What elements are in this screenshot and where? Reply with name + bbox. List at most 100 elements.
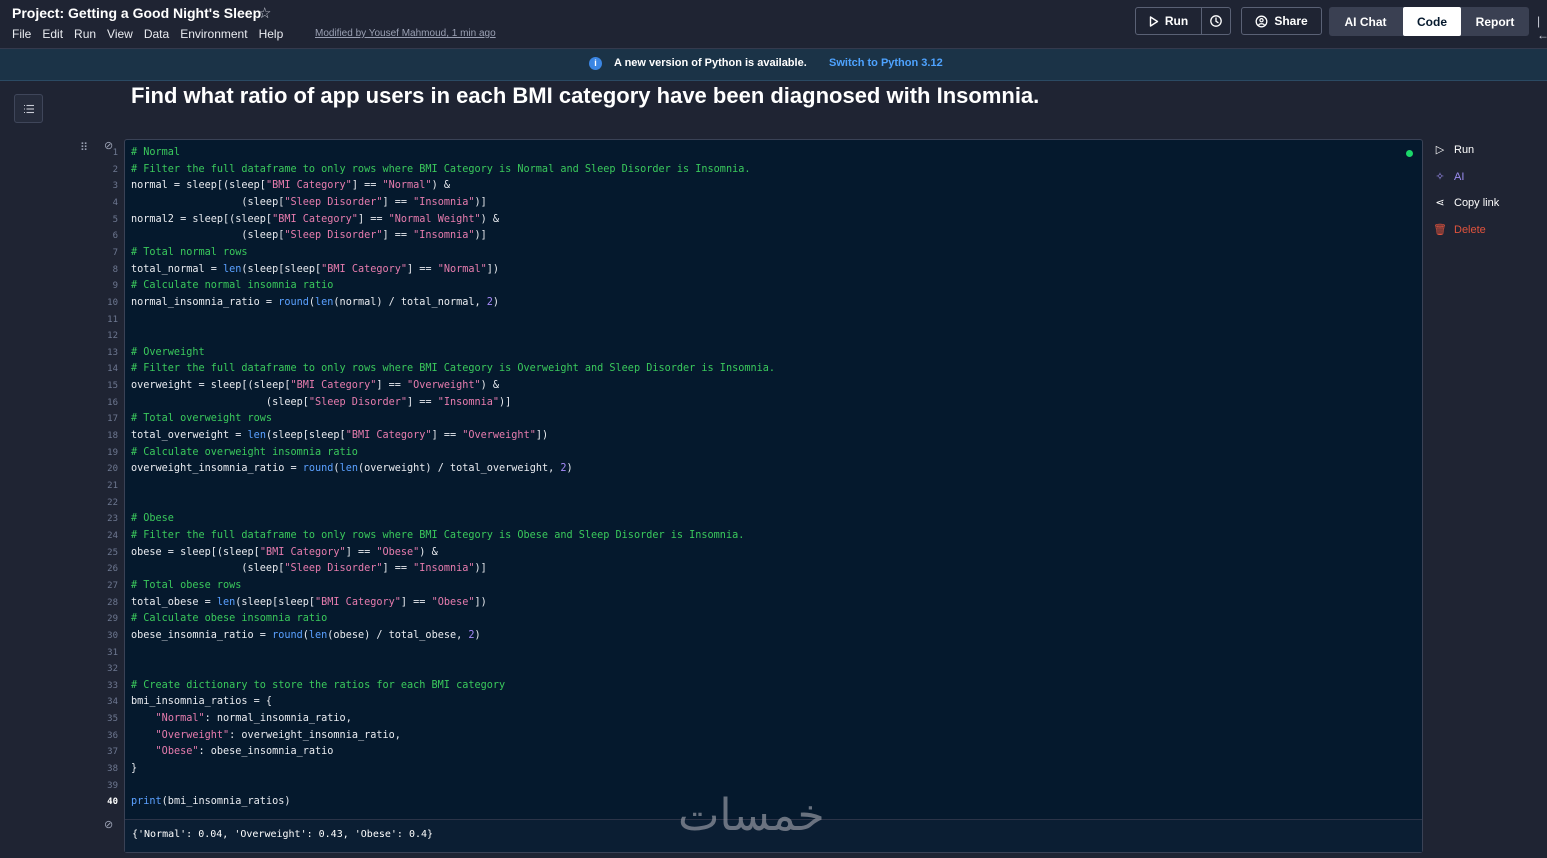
code-line[interactable]: obese = sleep[(sleep["BMI Category"] == … [131, 547, 438, 558]
line-number: 33 [107, 680, 118, 691]
line-number: 38 [107, 764, 118, 775]
menu-item-environment[interactable]: Environment [180, 27, 247, 41]
code-line[interactable]: # Normal [131, 147, 180, 158]
line-number: 26 [107, 564, 118, 575]
code-line[interactable]: # Total overweight rows [131, 413, 272, 424]
line-number: 39 [107, 780, 118, 791]
code-line[interactable]: } [131, 763, 137, 774]
code-line[interactable]: total_overweight = len(sleep[sleep["BMI … [131, 430, 548, 441]
output-text: {'Normal': 0.04, 'Overweight': 0.43, 'Ob… [132, 829, 434, 840]
line-number: 10 [107, 297, 118, 308]
sparkle-icon: ✧ [1435, 171, 1445, 183]
code-line[interactable]: # Total normal rows [131, 247, 248, 258]
menu-item-run[interactable]: Run [74, 27, 96, 41]
cell-ai-action[interactable]: ✧ AI [1433, 170, 1465, 184]
play-icon [1149, 15, 1159, 27]
code-line[interactable]: # Calculate normal insomnia ratio [131, 280, 333, 291]
line-number: 13 [107, 347, 118, 358]
menu-item-file[interactable]: File [12, 27, 31, 41]
python-update-banner: i A new version of Python is available. … [0, 49, 1547, 81]
code-line[interactable]: normal_insomnia_ratio = round(len(normal… [131, 297, 499, 308]
code-line[interactable]: # Calculate obese insomnia ratio [131, 613, 327, 624]
code-line[interactable]: total_normal = len(sleep[sleep["BMI Cate… [131, 264, 499, 275]
line-number: 22 [107, 497, 118, 508]
code-line[interactable]: # Filter the full dataframe to only rows… [131, 363, 775, 374]
star-icon[interactable]: ☆ [258, 4, 271, 22]
code-line[interactable]: overweight_insomnia_ratio = round(len(ov… [131, 463, 573, 474]
info-icon: i [589, 57, 602, 70]
list-icon [23, 104, 34, 113]
cell-delete-label: Delete [1454, 223, 1486, 236]
code-line[interactable]: # Create dictionary to store the ratios … [131, 680, 505, 691]
code-line[interactable]: (sleep["Sleep Disorder"] == "Insomnia")] [131, 197, 486, 208]
code-line[interactable]: # Overweight [131, 347, 205, 358]
line-number: 11 [107, 314, 118, 325]
code-line[interactable]: # Obese [131, 513, 174, 524]
menu-item-data[interactable]: Data [144, 27, 169, 41]
cell-ai-label: AI [1454, 170, 1465, 183]
code-line[interactable]: normal = sleep[(sleep["BMI Category"] ==… [131, 180, 450, 191]
run-button-label: Run [1164, 14, 1189, 28]
code-line[interactable]: "Obese": obese_insomnia_ratio [131, 746, 334, 757]
cell-run-action[interactable]: ▷ Run [1433, 143, 1474, 157]
line-number: 27 [107, 580, 118, 591]
code-line[interactable]: "Normal": normal_insomnia_ratio, [131, 713, 352, 724]
line-number: 18 [107, 431, 118, 442]
menu-item-help[interactable]: Help [259, 27, 284, 41]
banner-message: A new version of Python is available. [614, 57, 807, 69]
code-line[interactable]: "Overweight": overweight_insomnia_ratio, [131, 730, 401, 741]
watermark-logo: خمسات [678, 790, 825, 841]
line-number: 30 [107, 630, 118, 641]
share-button[interactable]: Share [1241, 7, 1322, 35]
code-line[interactable]: (sleep["Sleep Disorder"] == "Insomnia")] [131, 397, 511, 408]
line-number: 7 [112, 247, 118, 258]
code-line[interactable]: # Filter the full dataframe to only rows… [131, 530, 744, 541]
code-line[interactable]: total_obese = len(sleep[sleep["BMI Categ… [131, 597, 487, 608]
run-button[interactable]: Run [1135, 7, 1202, 35]
tab-report[interactable]: Report [1461, 7, 1529, 36]
history-button[interactable] [1201, 7, 1231, 35]
share-button-label: Share [1274, 14, 1308, 28]
menu-item-edit[interactable]: Edit [42, 27, 63, 41]
tab-code[interactable]: Code [1403, 7, 1461, 36]
code-line[interactable]: (sleep["Sleep Disorder"] == "Insomnia")] [131, 563, 486, 574]
line-number: 20 [107, 464, 118, 475]
code-line[interactable]: # Total obese rows [131, 580, 241, 591]
line-number: 40 [107, 797, 118, 808]
table-of-contents-button[interactable] [14, 94, 43, 123]
project-title[interactable]: Project: Getting a Good Night's Sleep [12, 5, 261, 21]
code-line[interactable]: obese_insomnia_ratio = round(len(obese) … [131, 630, 481, 641]
line-number: 9 [112, 281, 118, 292]
line-number: 5 [112, 214, 118, 225]
line-number: 25 [107, 547, 118, 558]
line-number: 24 [107, 530, 118, 541]
line-number: 19 [107, 447, 118, 458]
code-line[interactable]: bmi_insomnia_ratios = { [131, 696, 272, 707]
line-number: 28 [107, 597, 118, 608]
code-line[interactable]: (sleep["Sleep Disorder"] == "Insomnia")] [131, 230, 486, 241]
play-icon: ▷ [1435, 144, 1445, 156]
code-line[interactable]: normal2 = sleep[(sleep["BMI Category"] =… [131, 214, 499, 225]
collapse-panel-icon[interactable]: |← [1537, 14, 1547, 42]
tab-ai-chat[interactable]: AI Chat [1329, 7, 1402, 36]
hide-output-icon[interactable]: ⊘ [104, 818, 113, 831]
top-bar: Project: Getting a Good Night's Sleep ☆ … [0, 0, 1547, 49]
menu-item-view[interactable]: View [107, 27, 133, 41]
line-number: 17 [107, 414, 118, 425]
code-line[interactable]: # Calculate overweight insomnia ratio [131, 447, 358, 458]
switch-python-link[interactable]: Switch to Python 3.12 [829, 57, 943, 69]
cell-copy-link-action[interactable]: ⋖ Copy link [1433, 196, 1499, 210]
cell-status-indicator [1406, 150, 1413, 157]
line-number: 12 [107, 331, 118, 342]
modified-info-link[interactable]: Modified by Yousef Mahmoud, 1 min ago [315, 28, 496, 39]
code-line[interactable]: print(bmi_insomnia_ratios) [131, 796, 290, 807]
line-number: 1 [112, 148, 118, 158]
code-line[interactable]: # Filter the full dataframe to only rows… [131, 164, 750, 175]
line-number: 37 [107, 747, 118, 758]
line-number: 6 [112, 231, 118, 242]
code-line[interactable]: overweight = sleep[(sleep["BMI Category"… [131, 380, 499, 391]
view-switcher: AI Chat Code Report [1329, 7, 1529, 36]
drag-handle-icon[interactable]: ⠿ [80, 141, 88, 154]
share-nodes-icon: ⋖ [1435, 197, 1445, 209]
cell-delete-action[interactable]: 🗑 Delete [1433, 223, 1486, 237]
